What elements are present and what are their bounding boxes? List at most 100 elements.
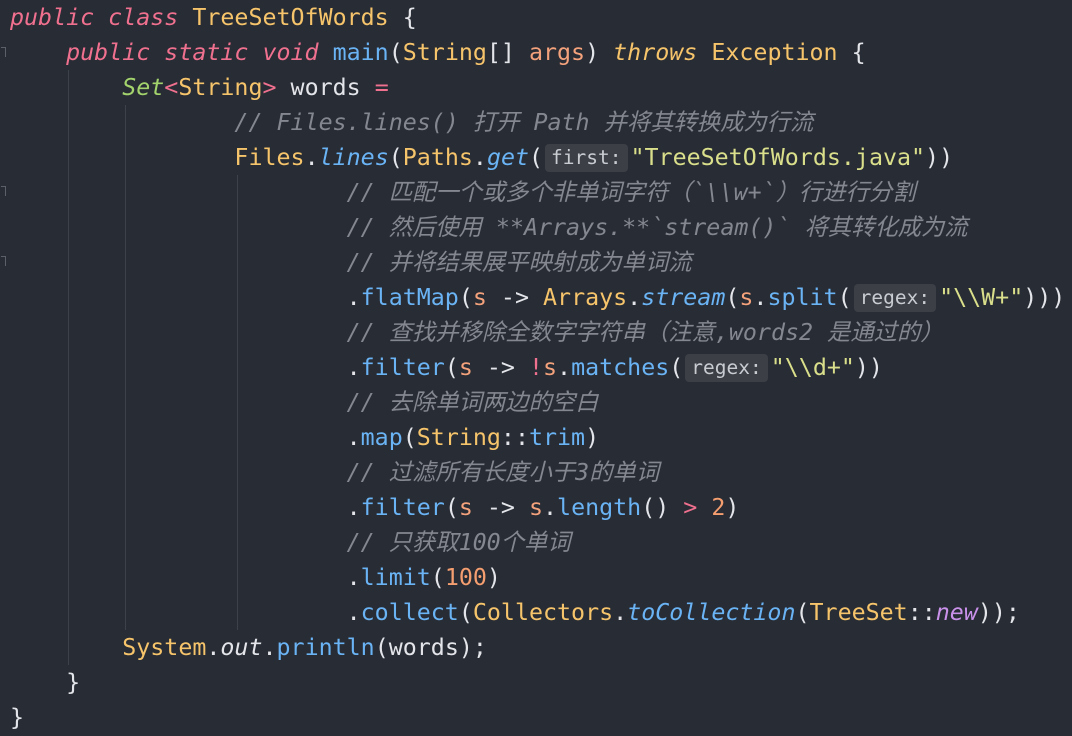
code-token: = bbox=[374, 74, 389, 101]
code-token: trim bbox=[528, 424, 586, 451]
fold-gutter bbox=[0, 0, 8, 736]
parameter-name-hint: regex: bbox=[853, 283, 937, 312]
code-line[interactable]: public class TreeSetOfWords { bbox=[10, 0, 1072, 35]
code-line[interactable]: // 去除单词两边的空白 bbox=[10, 385, 1072, 420]
code-comment: // 查找并移除全数字字符串（注意,words2 是通过的） bbox=[10, 319, 944, 346]
code-line[interactable]: System.out.println(words); bbox=[10, 630, 1072, 665]
code-line[interactable]: Set<String> words = bbox=[10, 70, 1072, 105]
code-line[interactable]: Files.lines(Paths.get(first: "TreeSetOfWo… bbox=[10, 140, 1072, 175]
code-token: split bbox=[767, 284, 838, 311]
code-token: ) bbox=[585, 424, 600, 451]
code-line[interactable]: // 然后使用 **Arrays.**`stream()` 将其转化成为流 bbox=[10, 210, 1072, 245]
code-comment: // 去除单词两边的空白 bbox=[10, 389, 599, 416]
code-token: . bbox=[557, 354, 572, 381]
code-token: out bbox=[220, 634, 263, 661]
code-token: ( bbox=[669, 354, 684, 381]
parameter-name-hint: first: bbox=[545, 143, 628, 172]
code-line[interactable]: .flatMap(s -> Arrays.stream(s.split(rege… bbox=[10, 280, 1072, 315]
code-line[interactable]: // 并将结果展平映射成为单词流 bbox=[10, 245, 1072, 280]
code-token: Arrays bbox=[543, 284, 628, 311]
code-token: ))) bbox=[1023, 284, 1066, 311]
code-token: . bbox=[10, 284, 361, 311]
code-token: )) bbox=[925, 144, 954, 171]
code-token: matches bbox=[571, 354, 670, 381]
code-line[interactable]: } bbox=[10, 665, 1072, 700]
code-token: :: bbox=[500, 424, 529, 451]
code-token: Paths bbox=[402, 144, 473, 171]
code-token: -> bbox=[486, 284, 544, 311]
code-token: s bbox=[543, 354, 558, 381]
code-token: . bbox=[10, 599, 361, 626]
code-token: ) bbox=[486, 564, 501, 591]
fold-marker-icon[interactable] bbox=[1, 256, 6, 266]
code-token: . bbox=[472, 144, 487, 171]
code-token: . bbox=[543, 494, 558, 521]
code-token: s bbox=[528, 494, 544, 521]
code-token: . bbox=[10, 494, 361, 521]
code-token: { bbox=[837, 39, 866, 66]
code-token: collect bbox=[360, 599, 459, 626]
code-token: System bbox=[122, 634, 207, 661]
code-token: String bbox=[416, 424, 501, 451]
code-token: () bbox=[641, 494, 684, 521]
fold-marker-icon[interactable] bbox=[1, 47, 6, 57]
code-token: ( bbox=[388, 144, 403, 171]
code-token: get bbox=[486, 144, 530, 171]
code-token: ( bbox=[374, 634, 389, 661]
code-token: ( bbox=[388, 39, 403, 66]
code-token: String bbox=[402, 39, 487, 66]
code-token: { bbox=[388, 4, 417, 31]
code-token: public class bbox=[10, 4, 193, 31]
code-token: < bbox=[164, 74, 179, 101]
code-token: . bbox=[262, 634, 277, 661]
code-line[interactable]: .collect(Collectors.toCollection(TreeSet… bbox=[10, 595, 1072, 630]
code-token: s bbox=[458, 494, 473, 521]
code-line[interactable]: .limit(100) bbox=[10, 560, 1072, 595]
code-line[interactable]: .filter(s -> s.length() > 2) bbox=[10, 490, 1072, 525]
code-line[interactable]: // 过滤所有长度小于3的单词 bbox=[10, 455, 1072, 490]
code-comment: // 只获取100个单词 bbox=[10, 529, 571, 556]
code-line[interactable]: .map(String::trim) bbox=[10, 420, 1072, 455]
code-token: stream bbox=[641, 284, 726, 311]
code-token: s bbox=[472, 284, 487, 311]
code-line[interactable]: public static void main(String[] args) t… bbox=[10, 35, 1072, 70]
code-line[interactable]: // Files.lines() 打开 Path 并将其转换成为行流 bbox=[10, 105, 1072, 140]
code-token: public static void bbox=[66, 39, 333, 66]
code-token: lines bbox=[318, 144, 389, 171]
code-token: Set bbox=[122, 74, 165, 101]
code-token: flatMap bbox=[360, 284, 459, 311]
code-token: ) bbox=[585, 39, 614, 66]
fold-marker-icon[interactable] bbox=[1, 186, 6, 196]
code-token: [] bbox=[486, 39, 529, 66]
code-token: . bbox=[10, 564, 361, 591]
code-area[interactable]: public class TreeSetOfWords { public sta… bbox=[10, 0, 1072, 735]
code-token: filter bbox=[360, 354, 445, 381]
code-token: toCollection bbox=[627, 599, 796, 626]
code-line[interactable]: // 匹配一个或多个非单词字符（`\\w+`）行进行分割 bbox=[10, 175, 1072, 210]
code-token: :: bbox=[907, 599, 936, 626]
code-line[interactable]: } bbox=[10, 700, 1072, 735]
code-token: "\\d+" bbox=[770, 354, 855, 381]
code-token: . bbox=[10, 354, 361, 381]
code-token: . bbox=[10, 424, 361, 451]
code-token: TreeSetOfWords bbox=[192, 4, 389, 31]
code-token: args bbox=[528, 39, 586, 66]
code-token: Collectors bbox=[472, 599, 614, 626]
code-token: . bbox=[753, 284, 768, 311]
code-token: -> bbox=[472, 354, 529, 381]
code-line[interactable]: // 只获取100个单词 bbox=[10, 525, 1072, 560]
code-token: } bbox=[10, 669, 81, 696]
code-token: "TreeSetOfWords.java" bbox=[630, 144, 926, 171]
code-token: filter bbox=[360, 494, 445, 521]
code-token: )); bbox=[977, 599, 1020, 626]
code-editor[interactable]: public class TreeSetOfWords { public sta… bbox=[0, 0, 1072, 736]
code-token: map bbox=[360, 424, 403, 451]
code-line[interactable]: .filter(s -> !s.matches(regex: "\\d+")) bbox=[10, 350, 1072, 385]
code-line[interactable]: // 查找并移除全数字字符串（注意,words2 是通过的） bbox=[10, 315, 1072, 350]
